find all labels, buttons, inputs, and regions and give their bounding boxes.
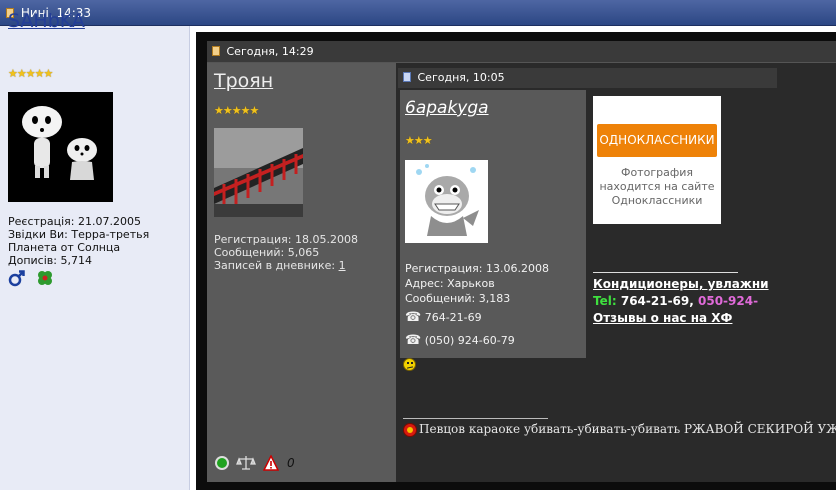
- signature-divider: [593, 272, 738, 273]
- odnoklassniki-caption: Фотография находится на сайте Одноклассн…: [597, 166, 717, 208]
- post-header-bar: Нині, 14:33: [0, 0, 836, 26]
- tel-number-2: 050-924-: [698, 294, 759, 308]
- reviews-link[interactable]: Отзывы о нас на ХФ: [593, 311, 732, 325]
- nested-avatar[interactable]: [405, 160, 488, 243]
- shark-avatar-image: [405, 160, 488, 243]
- diary-entries: Записей в дневнике: 1: [214, 259, 358, 272]
- diary-label: Записей в дневнике:: [214, 259, 339, 272]
- online-icon: [214, 455, 230, 471]
- caption-line-3: Одноклассники: [611, 194, 703, 207]
- phone-line-1: ☎ 764-21-69: [405, 310, 482, 325]
- warning-level: 0: [287, 456, 295, 470]
- signature-line-2: Tel: 764-21-69, 050-924-: [593, 294, 758, 308]
- nested-post-timestamp: Сегодня, 10:05: [417, 71, 505, 84]
- scales-icon[interactable]: [236, 455, 256, 471]
- phone-number-2: (050) 924-60-79: [424, 334, 515, 347]
- male-icon: [8, 269, 26, 290]
- quoted-post-timestamp: Сегодня, 14:29: [226, 45, 314, 58]
- quoted-username-link[interactable]: Троян: [214, 70, 273, 92]
- location-line2: Планета от Солнца: [8, 241, 121, 254]
- quoted-avatar[interactable]: [214, 128, 303, 217]
- phone-number-1: 764-21-69: [424, 311, 482, 324]
- signature-line-1[interactable]: Кондиционеры, увлажни: [593, 277, 769, 291]
- post-icon: [212, 46, 220, 56]
- nested-registration-date: Регистрация: 13.06.2008: [405, 262, 549, 275]
- post-count: Дописів: 5,714: [8, 254, 92, 267]
- odnoklassniki-image-placeholder[interactable]: ОДНОКЛАССНИКИ Фотография находится на са…: [593, 96, 721, 224]
- quoted-user-info: Регистрация: 18.05.2008 Сообщений: 5,065…: [214, 233, 358, 272]
- odnoklassniki-logo: ОДНОКЛАССНИКИ: [597, 124, 717, 157]
- red-structure-avatar-image: [214, 128, 303, 217]
- quoted-rating-stars: ★★★★★: [214, 104, 259, 117]
- phone-line-2: ☎ (050) 924-60-79: [405, 333, 515, 348]
- quoted-registration-date: Регистрация: 18.05.2008: [214, 233, 358, 246]
- clover-icon: [36, 269, 54, 290]
- rating-stars: ★★★★★: [8, 67, 53, 80]
- location: Звідки Ви: Терра-третья: [8, 228, 150, 241]
- username-link[interactable]: SAHbKA: [8, 10, 85, 32]
- registration-date: Реєстрація: 21.07.2005: [8, 215, 141, 228]
- kodama-avatar-image: [8, 92, 113, 202]
- diary-count-link[interactable]: 1: [339, 259, 346, 272]
- tel-number-1: 764-21-69,: [620, 294, 694, 308]
- conditioners-link[interactable]: Кондиционеры, увлажни: [593, 277, 769, 291]
- sad-smiley-icon: [403, 358, 416, 371]
- signature-text: Певцов караоке убивать-убивать-убивать Р…: [419, 422, 836, 436]
- nested-address: Адрес: Харьков: [405, 277, 495, 290]
- quoted-post-count: Сообщений: 5,065: [214, 246, 320, 259]
- caption-line-1: Фотография: [620, 166, 693, 179]
- avatar[interactable]: [8, 92, 113, 202]
- caption-line-2: находится на сайте: [599, 180, 715, 193]
- signature-line-3[interactable]: Отзывы о нас на ХФ: [593, 311, 732, 325]
- phone-icon: ☎: [405, 310, 422, 325]
- warning-icon[interactable]: [262, 454, 280, 471]
- nested-post-header: Сегодня, 10:05: [398, 68, 777, 88]
- phone-icon: ☎: [405, 333, 422, 348]
- quoted-user-panel: [207, 63, 396, 482]
- nested-signature-divider: [403, 418, 548, 419]
- angry-emoticon-icon: [403, 423, 417, 437]
- nested-post-count: Сообщений: 3,183: [405, 292, 511, 305]
- nested-user-info: Регистрация: 13.06.2008 Адрес: Харьков С…: [405, 261, 549, 306]
- quoted-post-header: Сегодня, 14:29: [207, 41, 836, 63]
- user-info: Реєстрація: 21.07.2005 Звідки Ви: Терра-…: [8, 215, 149, 267]
- nested-username-link[interactable]: 6apakyga: [405, 98, 489, 118]
- post-icon: [403, 72, 411, 82]
- nested-rating-stars: ★★★: [405, 134, 433, 147]
- tel-label: Tel:: [593, 294, 617, 308]
